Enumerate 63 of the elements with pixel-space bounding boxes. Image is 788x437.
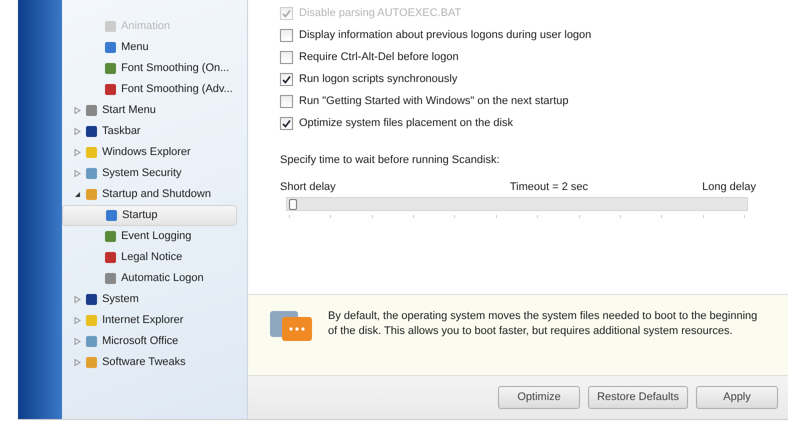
tree-item[interactable]: Automatic Logon: [62, 268, 237, 289]
square-icon: [85, 125, 98, 138]
dialog-button[interactable]: Apply: [696, 386, 778, 409]
checkbox[interactable]: [280, 28, 293, 42]
dialog-button[interactable]: Restore Defaults: [588, 386, 688, 409]
checkbox-label: Run "Getting Started with Windows" on the next startup: [299, 94, 568, 109]
min-label: Short delay: [280, 180, 336, 194]
slider-thumb[interactable]: [289, 199, 297, 210]
square-icon: [104, 20, 118, 33]
checkbox-label: Disable parsing AUTOEXEC.BAT: [299, 6, 462, 21]
square-icon: [104, 83, 118, 96]
tree-item[interactable]: Taskbar: [102, 123, 141, 140]
square-icon: [104, 41, 118, 54]
square-icon: [104, 251, 118, 264]
square-icon: [104, 272, 118, 285]
checkbox[interactable]: [280, 94, 293, 108]
tree-item[interactable]: Software Tweaks: [102, 354, 186, 371]
timeout-value: Timeout = 2 sec: [510, 180, 588, 194]
tree-item[interactable]: Legal Notice: [62, 247, 237, 268]
tree-item[interactable]: Font Smoothing (On...: [62, 58, 247, 79]
max-label: Long delay: [702, 180, 756, 194]
square-icon: [104, 230, 118, 243]
expand-arrow-icon[interactable]: [74, 296, 82, 303]
tree-item[interactable]: Windows Explorer: [102, 144, 191, 161]
tree-item[interactable]: Start Menu: [102, 102, 156, 119]
square-icon: [105, 209, 118, 222]
tree-item[interactable]: System: [102, 291, 139, 308]
dialog-button[interactable]: Optimize: [498, 386, 580, 409]
slider-caption: Specify time to wait before running Scandisk:: [280, 153, 500, 168]
checkbox[interactable]: [280, 116, 293, 130]
square-icon: [85, 314, 98, 327]
square-icon: [85, 335, 98, 348]
collapse-arrow-icon[interactable]: [74, 191, 82, 198]
tree-item[interactable]: Microsoft Office: [102, 333, 178, 350]
tree-item[interactable]: Event Logging: [62, 226, 237, 247]
square-icon: [104, 62, 118, 75]
square-icon: [85, 188, 98, 201]
tree-item[interactable]: Menu: [62, 37, 247, 58]
square-icon: [85, 293, 98, 306]
expand-arrow-icon[interactable]: [74, 128, 82, 135]
expand-arrow-icon[interactable]: [74, 107, 82, 114]
checkbox-label: Optimize system files placement on the disk: [299, 116, 513, 131]
expand-arrow-icon[interactable]: [74, 317, 82, 324]
tree-item[interactable]: System Security: [102, 165, 182, 182]
info-text: By default, the operating system moves the system files needed to boot to the beginning of the disk. This allows you to boot faster, but requires additional system resources.: [328, 309, 758, 339]
checkbox[interactable]: [280, 72, 293, 86]
checkbox-label: Run logon scripts synchronously: [299, 72, 458, 87]
slider-track[interactable]: [286, 197, 748, 211]
square-icon: [85, 104, 98, 117]
expand-arrow-icon[interactable]: [74, 149, 82, 156]
square-icon: [85, 146, 98, 159]
expand-arrow-icon[interactable]: [74, 359, 82, 366]
tree-item[interactable]: Startup: [62, 205, 237, 226]
square-icon: [85, 167, 98, 180]
checkbox-label: Require Ctrl-Alt-Del before logon: [299, 50, 459, 65]
square-icon: [85, 356, 98, 369]
expand-arrow-icon[interactable]: [74, 338, 82, 345]
expand-arrow-icon[interactable]: [74, 170, 82, 177]
checkbox[interactable]: [280, 50, 293, 64]
tree-item[interactable]: Startup and Shutdown: [102, 186, 211, 203]
tree-item[interactable]: Internet Explorer: [102, 312, 184, 329]
checkbox-label: Display information about previous logons during user logon: [299, 28, 592, 43]
tree-item[interactable]: Font Smoothing (Adv...: [62, 79, 247, 100]
